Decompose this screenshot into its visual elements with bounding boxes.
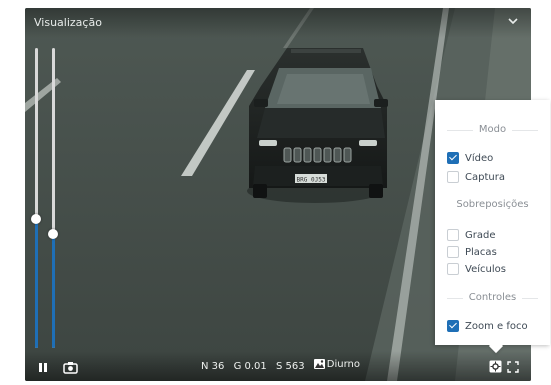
option-label: Placas — [465, 246, 497, 258]
section-header-controls: Controles — [435, 292, 550, 303]
license-plate-text: BRG 0J53 — [297, 177, 326, 184]
viewer-controls: N 36 G 0.01 S 563 Diurno — [25, 351, 531, 381]
option-label: Grade — [465, 229, 496, 241]
section-title: Sobreposições — [450, 199, 535, 210]
checkbox[interactable] — [447, 320, 459, 332]
option-label: Veículos — [465, 263, 506, 275]
mode-label: Diurno — [326, 358, 360, 370]
focus-slider[interactable] — [46, 48, 60, 348]
option-plates[interactable]: Placas — [447, 246, 497, 258]
section-title: Modo — [472, 124, 513, 135]
slider-thumb[interactable] — [48, 229, 58, 239]
option-grid[interactable]: Grade — [447, 229, 496, 241]
slider-thumb[interactable] — [31, 214, 41, 224]
viewer-title: Visualização — [34, 16, 102, 29]
day-mode-icon — [313, 359, 325, 369]
viewer-header: Visualização — [25, 8, 531, 38]
option-label: Zoom e foco — [465, 320, 528, 332]
pause-icon[interactable] — [37, 361, 49, 373]
option-label: Vídeo — [465, 152, 494, 164]
checkbox[interactable] — [447, 152, 459, 164]
slider-fill — [52, 234, 55, 348]
slider-fill — [35, 219, 38, 348]
option-label: Captura — [465, 171, 505, 183]
stat-s: S 563 — [275, 361, 305, 372]
stat-n: N 36 — [201, 361, 225, 372]
checkbox[interactable] — [447, 246, 459, 258]
fullscreen-icon[interactable] — [507, 361, 519, 373]
settings-icon[interactable] — [489, 360, 502, 373]
checkbox[interactable] — [447, 263, 459, 275]
option-video[interactable]: Vídeo — [447, 152, 493, 164]
day-mode-indicator: Diurno — [313, 358, 366, 370]
section-header-overlays: Sobreposições — [435, 199, 550, 210]
zoom-slider[interactable] — [29, 48, 43, 348]
checkbox[interactable] — [447, 229, 459, 241]
option-vehicles[interactable]: Veículos — [447, 263, 506, 275]
section-title: Controles — [462, 292, 523, 303]
section-header-mode: Modo — [435, 124, 550, 135]
stream-stats: N 36 G 0.01 S 563 Diurno — [201, 359, 372, 373]
settings-popover: Modo Vídeo Captura Sobreposições Grade P… — [435, 100, 550, 345]
checkbox[interactable] — [447, 171, 459, 183]
stat-g: G 0.01 — [233, 361, 267, 372]
option-zoom-focus[interactable]: Zoom e foco — [447, 320, 528, 332]
camera-icon[interactable] — [63, 361, 78, 374]
option-capture[interactable]: Captura — [447, 171, 505, 183]
chevron-down-icon[interactable] — [505, 13, 521, 29]
